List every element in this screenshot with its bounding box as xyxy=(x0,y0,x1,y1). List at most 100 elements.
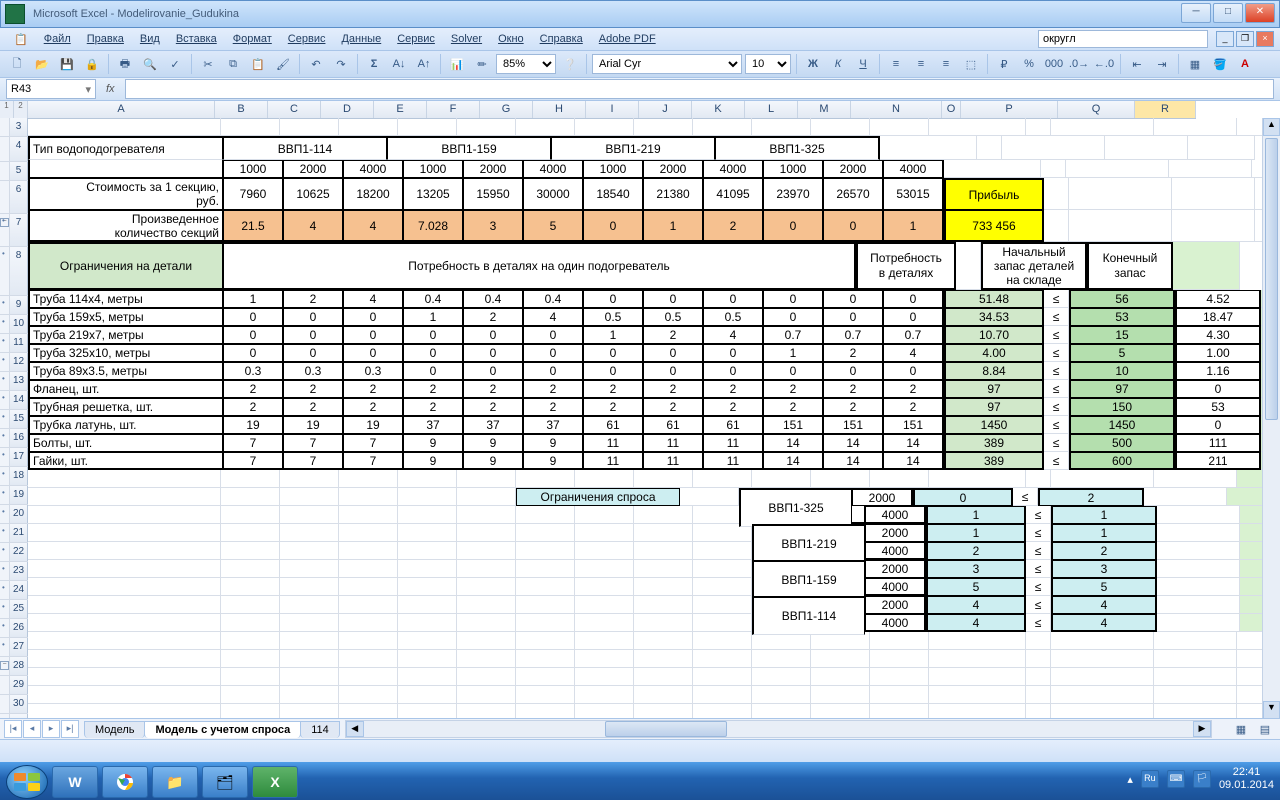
cell-B30[interactable] xyxy=(221,668,280,686)
cell-part-4-1[interactable]: 0.3 xyxy=(283,362,343,380)
cell-part-total-0[interactable]: 51.48 xyxy=(944,290,1044,308)
cell-part-end-2[interactable]: 4.30 xyxy=(1175,326,1261,344)
task-explorer-icon[interactable]: 📁 xyxy=(152,766,198,798)
cell-D30[interactable] xyxy=(339,668,398,686)
cell-D21[interactable] xyxy=(339,506,398,524)
col-header-G[interactable]: G xyxy=(480,101,533,118)
cell-size-9[interactable]: 1000 xyxy=(763,160,823,178)
cell-part-6-1[interactable]: 2 xyxy=(283,398,343,416)
cell-group-3[interactable]: ВВП1-325 xyxy=(715,136,880,160)
menu-tools[interactable]: Сервис xyxy=(280,31,334,47)
cell-part-7-7[interactable]: 61 xyxy=(643,416,703,434)
row-header-9[interactable]: 9 xyxy=(10,296,28,314)
cell-C19[interactable] xyxy=(280,470,339,488)
menu-view[interactable]: Вид xyxy=(132,31,168,47)
cell-E22[interactable] xyxy=(398,524,457,542)
cell-D26[interactable] xyxy=(339,596,398,614)
menu-adobe[interactable]: Adobe PDF xyxy=(591,31,664,47)
cell-size-2[interactable]: 4000 xyxy=(343,160,403,178)
cell-cost-4[interactable]: 15950 xyxy=(463,178,523,210)
cell-demand-op-6[interactable]: ≤ xyxy=(1026,596,1051,614)
cell-H25[interactable] xyxy=(575,578,634,596)
cell-part-3-1[interactable]: 0 xyxy=(283,344,343,362)
cell-stock-start[interactable]: Начальныйзапас деталейна складе xyxy=(981,242,1087,290)
cell-prod-label[interactable]: Произведенноеколичество секций xyxy=(28,210,223,242)
col-header-D[interactable]: D xyxy=(321,101,374,118)
cells-area[interactable]: Тип водоподогревателяВВП1-114ВВП1-159ВВП… xyxy=(28,118,1280,722)
cell-part-1-11[interactable]: 0 xyxy=(883,308,944,326)
horizontal-scrollbar[interactable]: ◀ ▶ xyxy=(345,720,1212,738)
cell-part-end-6[interactable]: 53 xyxy=(1175,398,1261,416)
align-center-icon[interactable]: ≡ xyxy=(910,53,932,75)
cell-part-7-6[interactable]: 61 xyxy=(583,416,643,434)
cell-size-5[interactable]: 4000 xyxy=(523,160,583,178)
paste-icon[interactable]: 📋 xyxy=(247,53,269,75)
cell-size-10[interactable]: 2000 xyxy=(823,160,883,178)
cell-part-5-4[interactable]: 2 xyxy=(463,380,523,398)
cell-demand-op-4[interactable]: ≤ xyxy=(1026,560,1051,578)
cell-B24[interactable] xyxy=(221,560,280,578)
cell-Q26[interactable] xyxy=(1157,596,1240,614)
cell-part-9-7[interactable]: 11 xyxy=(643,452,703,470)
cell-I23[interactable] xyxy=(634,542,693,560)
cell-F3[interactable] xyxy=(457,118,516,136)
cell-N28[interactable] xyxy=(929,632,1026,650)
cell-stock-end[interactable]: Конечныйзапас xyxy=(1087,242,1173,290)
cell-part-end-4[interactable]: 1.16 xyxy=(1175,362,1261,380)
cell-D20[interactable] xyxy=(339,488,398,506)
cell-E28[interactable] xyxy=(398,632,457,650)
cell-I21[interactable] xyxy=(634,506,693,524)
cell-part-5-6[interactable]: 2 xyxy=(583,380,643,398)
cell-E20[interactable] xyxy=(398,488,457,506)
cell-demand-a-7[interactable]: 4 xyxy=(926,614,1026,632)
cell-D28[interactable] xyxy=(339,632,398,650)
cell-size-8[interactable]: 4000 xyxy=(703,160,763,178)
tab-first-icon[interactable]: |◂ xyxy=(4,720,22,738)
cell-I27[interactable] xyxy=(634,614,693,632)
copy-icon[interactable]: ⧉ xyxy=(222,53,244,75)
cell-L31[interactable] xyxy=(811,686,870,704)
autosum-icon[interactable]: Σ xyxy=(363,53,385,75)
col-header-P[interactable]: P xyxy=(961,101,1058,118)
cell-K29[interactable] xyxy=(752,650,811,668)
cell-part-6-3[interactable]: 2 xyxy=(403,398,463,416)
cell-part-5-0[interactable]: 2 xyxy=(223,380,283,398)
vertical-scrollbar[interactable]: ▲ ▼ xyxy=(1262,118,1280,719)
cell-G24[interactable] xyxy=(516,560,575,578)
cell-part-1-0[interactable]: 0 xyxy=(223,308,283,326)
cell-part-4-5[interactable]: 0 xyxy=(523,362,583,380)
cell-demand-b-5[interactable]: 5 xyxy=(1051,578,1157,596)
cell-size-4[interactable]: 2000 xyxy=(463,160,523,178)
menu-window[interactable]: Окно xyxy=(490,31,532,47)
tray-flag-icon[interactable]: 🏳 xyxy=(1193,770,1211,788)
cell-part-2-3[interactable]: 0 xyxy=(403,326,463,344)
cell-demand-b-7[interactable]: 4 xyxy=(1051,614,1157,632)
cell-part-end-9[interactable]: 211 xyxy=(1175,452,1261,470)
cell-part-7-2[interactable]: 19 xyxy=(343,416,403,434)
cell-part-3-8[interactable]: 0 xyxy=(703,344,763,362)
cell-C24[interactable] xyxy=(280,560,339,578)
preview-icon[interactable]: 🔍 xyxy=(139,53,161,75)
redo-icon[interactable]: ↷ xyxy=(330,53,352,75)
cell-part-6-11[interactable]: 2 xyxy=(883,398,944,416)
cell-M30[interactable] xyxy=(870,668,929,686)
cell-G31[interactable] xyxy=(516,686,575,704)
col-header-C[interactable]: C xyxy=(268,101,321,118)
cell-C21[interactable] xyxy=(280,506,339,524)
cell-cost-9[interactable]: 23970 xyxy=(763,178,823,210)
underline-icon[interactable]: Ч xyxy=(852,53,874,75)
cell-part-9-1[interactable]: 7 xyxy=(283,452,343,470)
cell-part-stock-1[interactable]: 53 xyxy=(1069,308,1175,326)
cell-A23[interactable] xyxy=(28,542,221,560)
dec-indent-icon[interactable]: ⇤ xyxy=(1126,53,1148,75)
cell-part-8-4[interactable]: 9 xyxy=(463,434,523,452)
cell-part-4-3[interactable]: 0 xyxy=(403,362,463,380)
cell-P3[interactable] xyxy=(1051,118,1154,136)
cell-C29[interactable] xyxy=(280,650,339,668)
col-header-J[interactable]: J xyxy=(639,101,692,118)
cell-part-7-0[interactable]: 19 xyxy=(223,416,283,434)
tab-last-icon[interactable]: ▸| xyxy=(61,720,79,738)
cell-cost-2[interactable]: 18200 xyxy=(343,178,403,210)
cell-prod-3[interactable]: 7.028 xyxy=(403,210,463,242)
cell-F29[interactable] xyxy=(457,650,516,668)
